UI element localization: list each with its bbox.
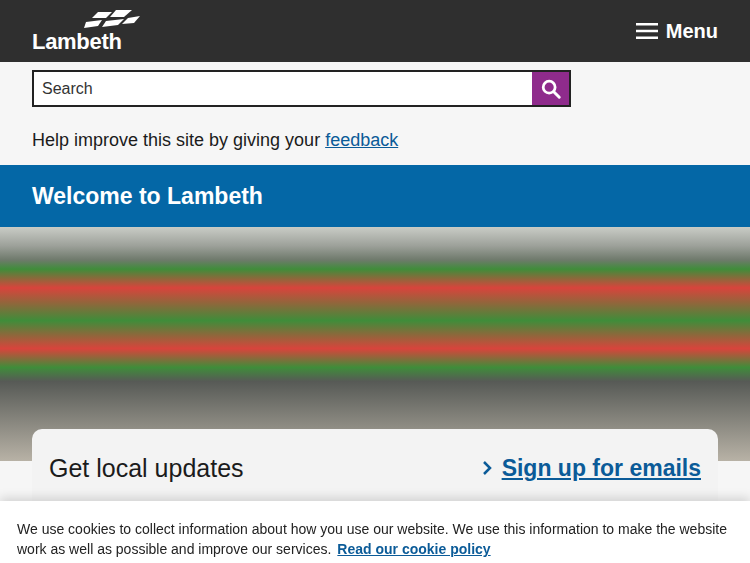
menu-label[interactable]: Menu xyxy=(666,16,718,46)
hamburger-icon xyxy=(636,23,658,39)
updates-title: Get local updates xyxy=(49,451,244,485)
logo-text[interactable]: Lambeth xyxy=(32,31,140,53)
welcome-banner: Welcome to Lambeth xyxy=(0,165,750,227)
menu-button[interactable]: Menu xyxy=(636,16,718,46)
banner-title: Welcome to Lambeth xyxy=(32,181,263,211)
feedback-text: Help improve this site by giving your xyxy=(32,130,320,150)
logo[interactable]: Lambeth xyxy=(32,2,140,61)
feedback-link[interactable]: feedback xyxy=(325,130,398,150)
cookie-policy-link[interactable]: Read our cookie policy xyxy=(337,541,490,557)
hero-photo xyxy=(0,227,750,461)
cookie-banner: We use cookies to collect information ab… xyxy=(0,501,750,563)
feedback-line: Help improve this site by giving your fe… xyxy=(0,107,750,165)
signup-link[interactable]: Sign up for emails xyxy=(502,451,701,485)
magnifier-icon xyxy=(540,78,562,100)
logo-flag-icon xyxy=(84,10,140,30)
search-area xyxy=(0,62,750,107)
search-input[interactable] xyxy=(32,70,532,107)
search-button[interactable] xyxy=(532,70,571,107)
site-header: Lambeth Menu xyxy=(0,0,750,62)
search-form xyxy=(32,70,571,107)
chevron-right-icon xyxy=(482,460,492,476)
signup-link-wrap[interactable]: Sign up for emails xyxy=(482,451,701,485)
